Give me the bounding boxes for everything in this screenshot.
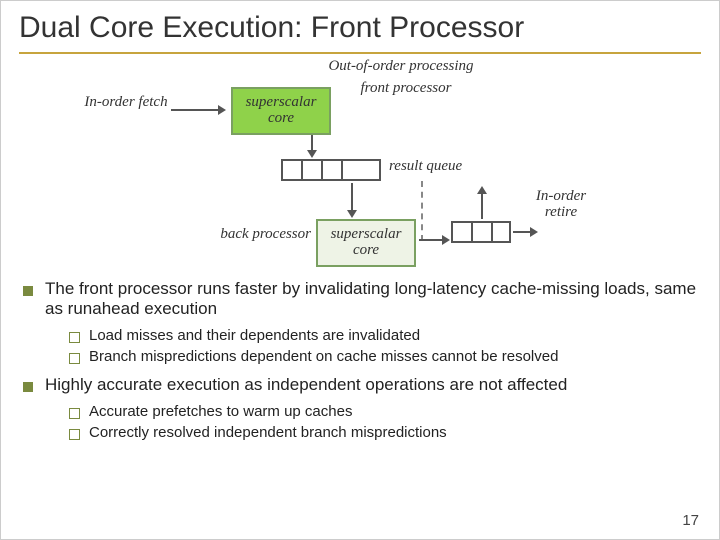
arrow-icon [481, 189, 483, 219]
sub-bullet-item: Load misses and their dependents are inv… [67, 327, 701, 344]
label-ooo-processing: Out-of-order processing [301, 59, 501, 75]
sub-bullet-item: Accurate prefetches to warm up caches [67, 403, 701, 420]
bullet-item: Highly accurate execution as independent… [19, 375, 701, 441]
sub-bullet-item: Branch mispredictions dependent on cache… [67, 348, 701, 365]
label-in-order-retire: In-order retire [521, 189, 601, 221]
sub-bullet-item: Correctly resolved independent branch mi… [67, 424, 701, 441]
arrow-icon [311, 135, 313, 155]
bullet-text: Highly accurate execution as independent… [45, 375, 567, 394]
title-rule [19, 52, 701, 54]
arrow-icon [419, 239, 447, 241]
body-text: The front processor runs faster by inval… [19, 279, 701, 451]
page-number: 17 [682, 512, 699, 529]
page-title: Dual Core Execution: Front Processor [19, 11, 701, 46]
box-front-core: superscalar core [231, 87, 331, 135]
retire-queue [451, 221, 511, 243]
title-block: Dual Core Execution: Front Processor [1, 1, 719, 54]
dashed-line-icon [421, 181, 423, 241]
arrow-icon [171, 109, 223, 111]
result-queue [281, 159, 381, 181]
bullet-text: The front processor runs faster by inval… [45, 279, 696, 318]
label-in-order-fetch: In-order fetch [81, 95, 171, 111]
architecture-diagram: In-order fetch superscalar core Out-of-o… [81, 59, 601, 279]
label-back-processor: back processor [201, 227, 311, 243]
arrow-icon [351, 183, 353, 215]
arrow-icon [513, 231, 535, 233]
label-result-queue: result queue [389, 159, 489, 175]
slide: { "title": "Dual Core Execution: Front P… [0, 0, 720, 540]
box-back-core: superscalar core [316, 219, 416, 267]
bullet-item: The front processor runs faster by inval… [19, 279, 701, 365]
label-front-processor: front processor [341, 81, 471, 97]
